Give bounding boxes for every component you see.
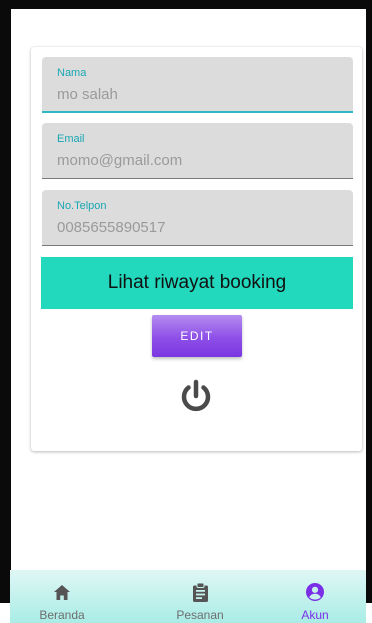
bottom-navigation: Beranda Pesanan Akun — [10, 570, 366, 623]
nav-label-akun: Akun — [301, 608, 329, 622]
phone-field-value[interactable]: 0085655890517 — [57, 219, 165, 236]
edit-button[interactable]: EDIT — [152, 315, 242, 357]
email-field-label: Email — [57, 133, 85, 145]
home-icon — [54, 584, 70, 600]
nav-label-pesanan: Pesanan — [176, 608, 224, 622]
account-icon — [306, 583, 324, 601]
phone-field-label: No.Telpon — [57, 200, 107, 212]
name-field-label: Nama — [57, 67, 87, 79]
email-field[interactable]: Email momo@gmail.com — [42, 123, 353, 179]
nav-item-beranda[interactable]: Beranda — [17, 570, 107, 623]
power-icon — [181, 379, 211, 412]
nav-label-beranda: Beranda — [39, 608, 85, 622]
name-field[interactable]: Nama mo salah — [42, 57, 353, 113]
profile-card: Nama mo salah Email momo@gmail.com No.Te… — [31, 47, 362, 451]
device-frame-left — [0, 0, 11, 603]
logout-button[interactable] — [176, 377, 216, 417]
booking-history-button[interactable]: Lihat riwayat booking — [41, 257, 353, 309]
clipboard-icon — [192, 582, 208, 602]
device-frame-right — [366, 0, 372, 603]
nav-item-akun[interactable]: Akun — [270, 570, 360, 623]
device-frame-top — [10, 0, 372, 9]
nav-item-pesanan[interactable]: Pesanan — [155, 570, 245, 623]
phone-field[interactable]: No.Telpon 0085655890517 — [42, 190, 353, 246]
email-field-value[interactable]: momo@gmail.com — [57, 152, 182, 169]
name-field-value[interactable]: mo salah — [57, 86, 118, 103]
